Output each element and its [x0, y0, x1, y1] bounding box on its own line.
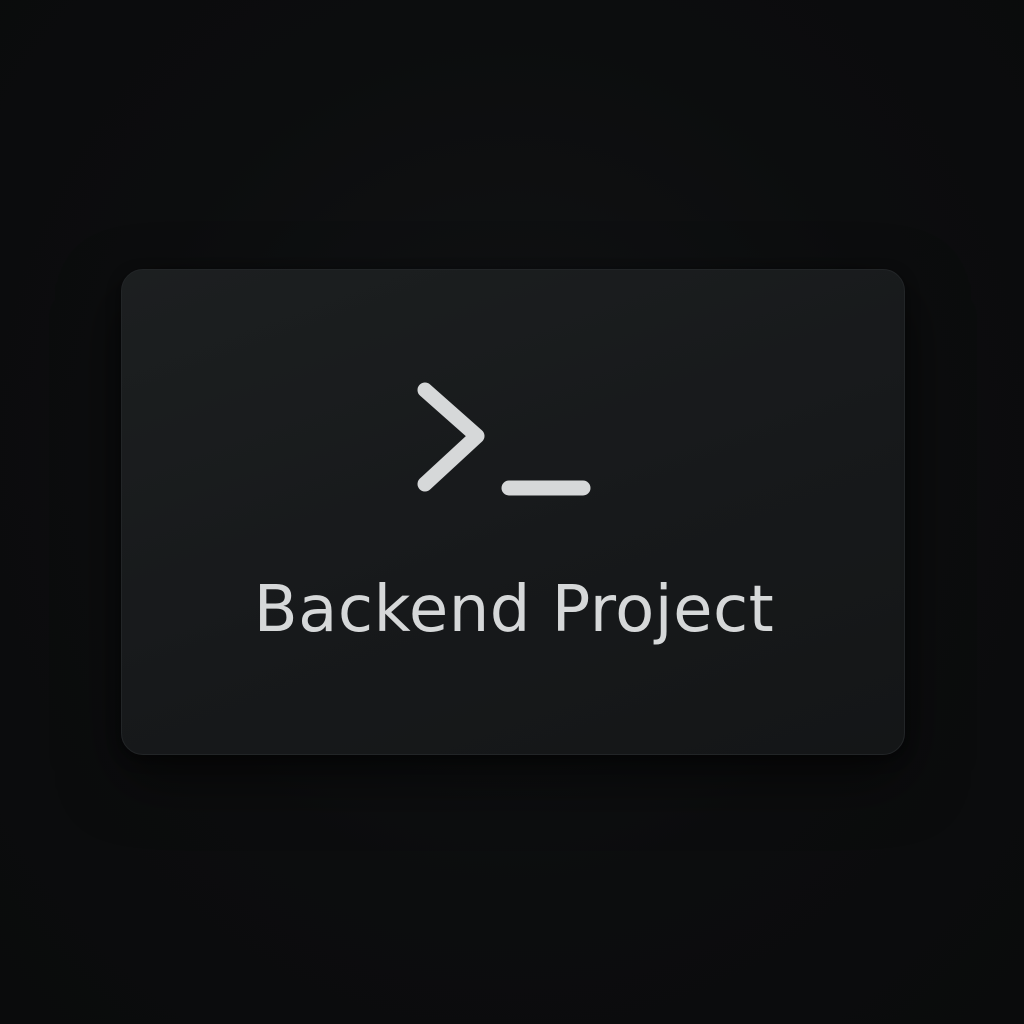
project-title: Backend Project [253, 573, 775, 647]
project-card[interactable]: Backend Project [121, 269, 905, 755]
terminal-prompt-icon [417, 380, 593, 500]
